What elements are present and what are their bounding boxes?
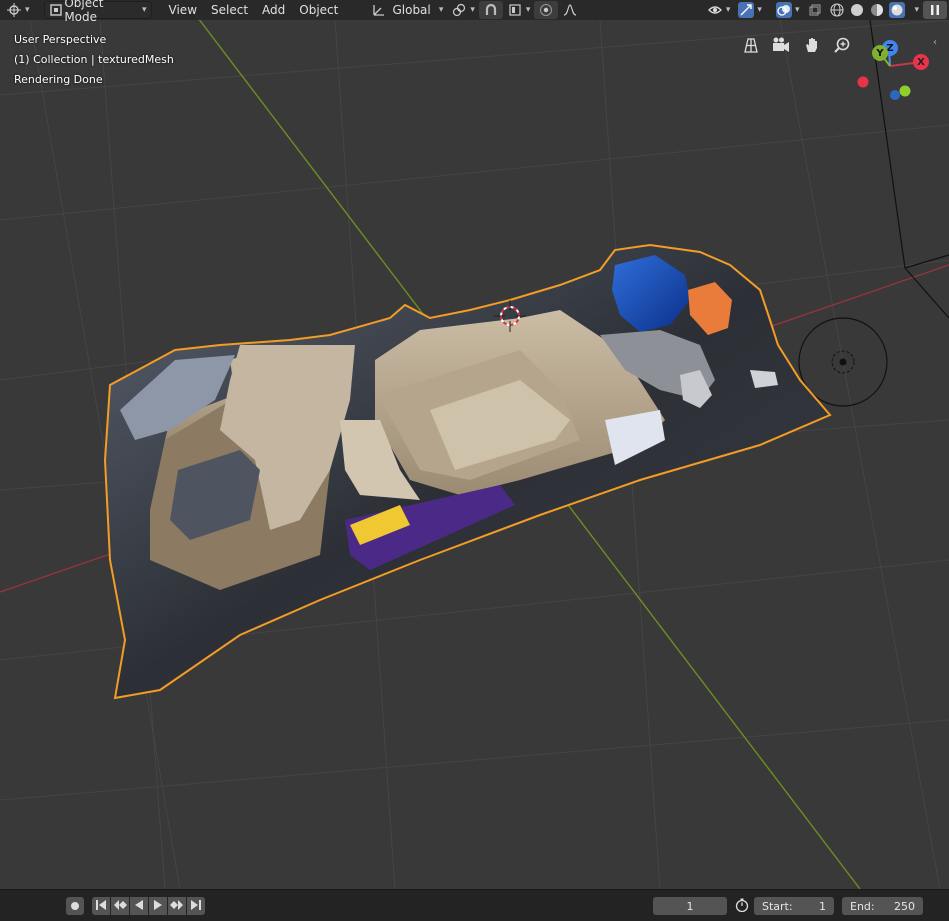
overlays-toggle[interactable]: ▾ — [772, 1, 804, 19]
chevron-down-icon: ▾ — [794, 5, 800, 15]
shading-wireframe-button[interactable] — [827, 1, 847, 19]
shading-solid-button[interactable] — [847, 1, 867, 19]
chevron-down-icon: ▾ — [438, 5, 444, 15]
overlays-icon — [775, 2, 792, 18]
end-value: 250 — [894, 899, 915, 913]
record-button[interactable] — [66, 897, 84, 915]
pause-render-button[interactable] — [923, 1, 947, 19]
chevron-down-icon: ▾ — [142, 5, 147, 15]
pan-view-button[interactable] — [801, 35, 823, 57]
material-sphere-icon — [869, 2, 885, 18]
play-button[interactable] — [149, 897, 167, 915]
hand-icon — [803, 36, 821, 57]
camera-view-button[interactable] — [770, 35, 792, 57]
start-frame-field[interactable]: Start: 1 — [754, 897, 834, 915]
transform-orientation-select[interactable]: Global ▾ — [367, 1, 447, 19]
perspective-label: User Perspective — [14, 33, 107, 46]
jump-end-button[interactable] — [187, 897, 205, 915]
neg-z-axis-dot — [890, 90, 900, 100]
jump-start-icon — [95, 899, 107, 914]
jump-end-icon — [190, 899, 202, 914]
chevron-down-icon: ▾ — [914, 5, 919, 15]
shading-rendered-button[interactable] — [887, 1, 907, 19]
start-value: 1 — [819, 899, 826, 913]
falloff-select[interactable] — [558, 1, 582, 19]
play-reverse-icon — [133, 899, 145, 914]
neg-x-axis-dot — [857, 76, 869, 88]
menu-object[interactable]: Object — [292, 1, 345, 19]
snap-increment-icon — [507, 2, 523, 18]
menu-view[interactable]: View — [162, 1, 204, 19]
next-keyframe-button[interactable] — [168, 897, 186, 915]
render-status-label: Rendering Done — [14, 73, 103, 86]
chevron-down-icon: ▾ — [25, 5, 30, 15]
eye-icon — [707, 2, 723, 18]
wireframe-sphere-icon — [829, 2, 845, 18]
proportional-edit-icon — [538, 2, 554, 18]
menu-select[interactable]: Select — [204, 1, 255, 19]
magnet-icon — [483, 2, 499, 18]
grid-icon — [742, 36, 760, 57]
collection-label: (1) Collection | texturedMesh — [14, 53, 174, 66]
timeline-bar: 1 Start: 1 End: 250 — [0, 889, 949, 921]
orientation-icon — [371, 2, 387, 18]
jump-start-button[interactable] — [92, 897, 110, 915]
viewport-info: User Perspective (1) Collection | textur… — [14, 30, 174, 90]
editor-type-button[interactable]: ▾ — [2, 1, 34, 19]
gizmo-toggle[interactable]: ▾ — [734, 1, 766, 19]
visibility-select[interactable]: ▾ — [703, 1, 735, 19]
end-label: End: — [850, 899, 875, 913]
stopwatch-icon — [735, 898, 749, 915]
next-keyframe-icon — [170, 899, 184, 914]
gizmo-icon — [738, 2, 755, 18]
pause-icon — [927, 2, 943, 18]
mode-label: Object Mode — [64, 0, 104, 24]
menu-add[interactable]: Add — [255, 1, 292, 19]
zoom-in-icon — [833, 36, 851, 57]
y-axis-handle[interactable]: Y — [872, 45, 888, 61]
frame-rate-toggle[interactable] — [733, 897, 751, 915]
current-frame-field[interactable]: 1 — [653, 897, 727, 915]
prev-keyframe-button[interactable] — [111, 897, 129, 915]
chevron-down-icon: ▾ — [525, 5, 531, 15]
object-mode-icon — [49, 2, 65, 18]
shading-options-select[interactable]: ▾ — [907, 1, 923, 19]
chevron-down-icon: ▾ — [725, 5, 731, 15]
navigation-gizmo[interactable]: X Z Y — [850, 38, 940, 108]
camera-icon — [772, 36, 790, 57]
neg-y-axis-dot — [899, 85, 911, 97]
toggle-camera-view-button[interactable] — [740, 35, 762, 57]
3d-viewport[interactable] — [0, 0, 949, 921]
falloff-curve-icon — [562, 2, 578, 18]
orientation-label: Global — [392, 3, 431, 17]
proportional-edit-toggle[interactable] — [534, 1, 559, 19]
end-frame-field[interactable]: End: 250 — [842, 897, 923, 915]
rendered-sphere-icon — [889, 2, 906, 18]
prev-keyframe-icon — [113, 899, 127, 914]
pivot-icon — [451, 2, 467, 18]
viewport-header: ▾ Object Mode ▾ View Select Add Object G… — [0, 0, 949, 24]
record-icon — [71, 902, 79, 910]
snap-toggle[interactable] — [478, 1, 503, 19]
pivot-point-select[interactable]: ▾ — [447, 1, 479, 19]
axis-cursor-icon — [6, 2, 22, 18]
start-label: Start: — [762, 899, 793, 913]
snap-target-select[interactable]: ▾ — [503, 1, 535, 19]
x-axis-handle[interactable]: X — [913, 54, 929, 70]
textured-mesh — [103, 243, 832, 700]
mode-select[interactable]: Object Mode ▾ — [43, 0, 152, 24]
solid-sphere-icon — [849, 2, 865, 18]
play-icon — [152, 899, 164, 914]
chevron-down-icon: ▾ — [470, 5, 475, 15]
play-reverse-button[interactable] — [130, 897, 148, 915]
xray-toggle[interactable] — [803, 1, 827, 19]
chevron-down-icon: ▾ — [757, 5, 762, 15]
shading-material-button[interactable] — [867, 1, 887, 19]
xray-icon — [807, 2, 823, 18]
